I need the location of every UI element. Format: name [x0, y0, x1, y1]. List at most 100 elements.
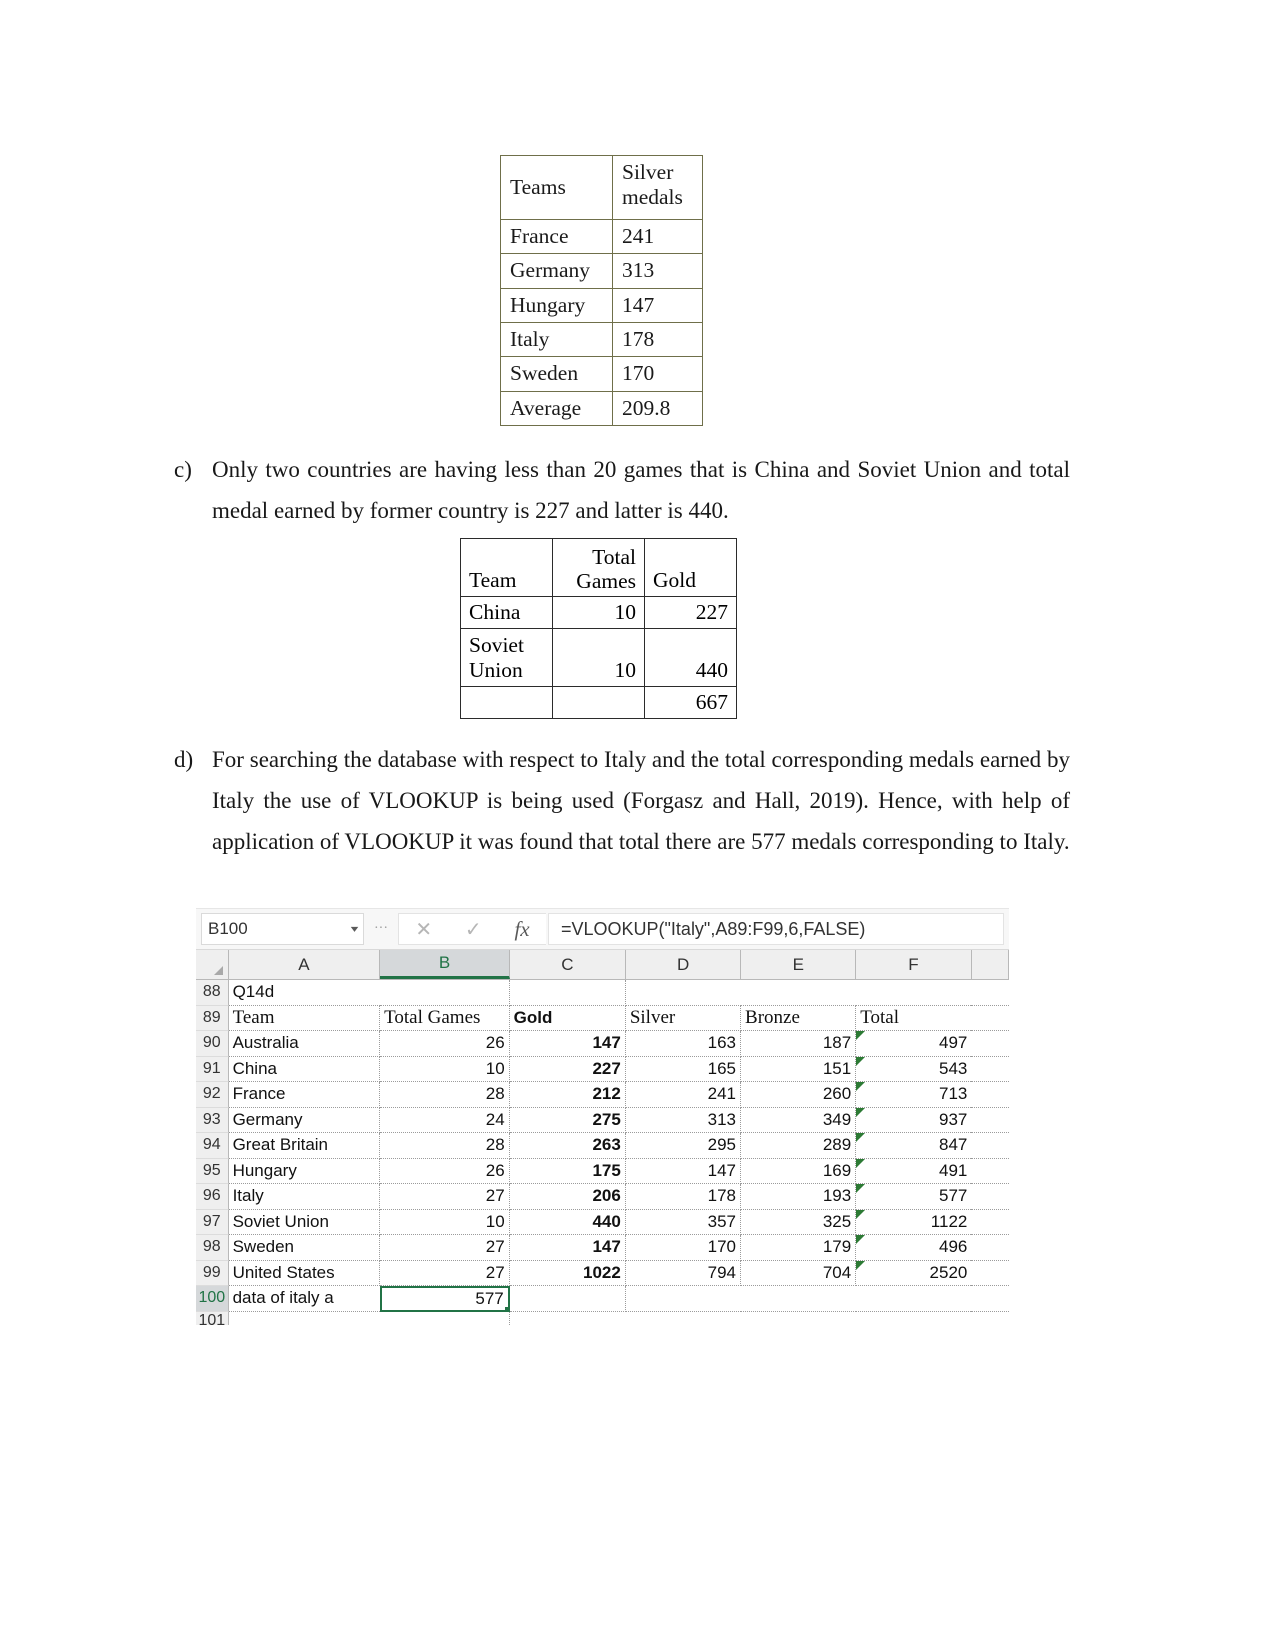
cell-b91[interactable]: 10 [380, 1056, 510, 1082]
cell-b96[interactable]: 27 [380, 1184, 510, 1210]
cell-f92[interactable]: 713 [856, 1082, 972, 1108]
cell-d90[interactable]: 163 [625, 1031, 742, 1057]
cell-d99[interactable]: 794 [625, 1260, 742, 1286]
cell-g99[interactable] [971, 1261, 1010, 1286]
cell-e96[interactable]: 193 [741, 1184, 857, 1210]
cell-e90[interactable]: 187 [741, 1031, 857, 1057]
cell-a99[interactable]: United States [228, 1260, 381, 1286]
cell-c100[interactable] [509, 1286, 626, 1312]
cell-a97[interactable]: Soviet Union [228, 1209, 381, 1235]
cell-d91[interactable]: 165 [625, 1056, 742, 1082]
cell-d89[interactable]: Silver [625, 1005, 742, 1031]
cell-d98[interactable]: 170 [625, 1235, 742, 1261]
cell-b97[interactable]: 10 [380, 1209, 510, 1235]
formula-input[interactable]: =VLOOKUP("Italy",A89:F99,6,FALSE) [548, 913, 1004, 945]
cell-f89[interactable]: Total [856, 1006, 972, 1031]
cell-c101[interactable] [510, 1312, 626, 1325]
cell-f98[interactable]: 496 [856, 1235, 972, 1261]
cell-b98[interactable]: 27 [380, 1235, 510, 1261]
cell-a95[interactable]: Hungary [228, 1158, 381, 1184]
cell-c99[interactable]: 1022 [509, 1260, 626, 1286]
cell-g92[interactable] [971, 1082, 1010, 1108]
cell-b89[interactable]: Total Games [380, 1005, 510, 1031]
cell-g89[interactable] [971, 1006, 1010, 1031]
cell-a93[interactable]: Germany [228, 1107, 381, 1133]
cell-e94[interactable]: 289 [741, 1133, 857, 1159]
cell-a89[interactable]: Team [228, 1005, 381, 1031]
cell-g88[interactable] [971, 980, 1010, 1006]
cell-c88[interactable] [509, 980, 626, 1006]
check-icon[interactable]: ✓ [465, 917, 482, 942]
cell-c94[interactable]: 263 [509, 1133, 626, 1159]
row-header-93[interactable]: 93 [196, 1107, 229, 1133]
chevron-down-icon[interactable]: ▾ [351, 924, 359, 935]
cell-e98[interactable]: 179 [741, 1235, 857, 1261]
row-header-96[interactable]: 96 [196, 1184, 229, 1210]
cell-g91[interactable] [971, 1057, 1010, 1082]
cell-d97[interactable]: 357 [625, 1209, 742, 1235]
column-header-a[interactable]: A [228, 950, 381, 979]
function-icon[interactable]: fx [514, 917, 529, 942]
cell-g94[interactable] [971, 1133, 1010, 1159]
cell-a88[interactable]: Q14d [228, 980, 381, 1006]
column-header-b[interactable]: B [380, 950, 510, 979]
cell-a92[interactable]: France [228, 1082, 381, 1108]
cell-f95[interactable]: 491 [856, 1158, 972, 1184]
cell-f97[interactable]: 1122 [856, 1209, 972, 1235]
cell-c89[interactable]: Gold [509, 1005, 626, 1031]
cell-c96[interactable]: 206 [509, 1184, 626, 1210]
cell-b88[interactable] [380, 980, 510, 1006]
cell-e92[interactable]: 260 [741, 1082, 857, 1108]
cell-a96[interactable]: Italy [228, 1184, 381, 1210]
cell-e93[interactable]: 349 [741, 1107, 857, 1133]
cell-e91[interactable]: 151 [741, 1056, 857, 1082]
row-header-98[interactable]: 98 [196, 1235, 229, 1261]
row-header-88[interactable]: 88 [196, 980, 229, 1006]
cell-c98[interactable]: 147 [509, 1235, 626, 1261]
row-header-92[interactable]: 92 [196, 1082, 229, 1108]
cell-g97[interactable] [971, 1210, 1010, 1235]
cell-c95[interactable]: 175 [509, 1158, 626, 1184]
row-header-99[interactable]: 99 [196, 1260, 229, 1286]
cell-b92[interactable]: 28 [380, 1082, 510, 1108]
cell-d95[interactable]: 147 [625, 1158, 742, 1184]
cell-g98[interactable] [971, 1235, 1010, 1261]
row-header-97[interactable]: 97 [196, 1209, 229, 1235]
formula-bar-handle-icon[interactable]: · · · [364, 909, 398, 949]
cell-e95[interactable]: 169 [741, 1158, 857, 1184]
cell-e97[interactable]: 325 [741, 1209, 857, 1235]
cell-f88[interactable] [856, 980, 972, 1006]
cell-g96[interactable] [971, 1184, 1010, 1210]
column-header-e[interactable]: E [741, 950, 857, 979]
row-header-89[interactable]: 89 [196, 1005, 229, 1031]
cell-e100[interactable] [741, 1286, 857, 1312]
cell-c90[interactable]: 147 [509, 1031, 626, 1057]
row-header-101[interactable]: 101 [196, 1311, 229, 1325]
select-all-corner[interactable] [196, 950, 229, 979]
cell-b101[interactable] [380, 1311, 510, 1325]
column-header-c[interactable]: C [509, 950, 626, 979]
close-icon[interactable]: ✕ [415, 917, 432, 942]
cell-g101[interactable] [971, 1312, 1009, 1325]
cell-d101[interactable] [626, 1312, 741, 1325]
row-header-95[interactable]: 95 [196, 1158, 229, 1184]
cell-b94[interactable]: 28 [380, 1133, 510, 1159]
cell-d100[interactable] [625, 1286, 742, 1312]
cell-f99[interactable]: 2520 [856, 1260, 972, 1286]
cell-f100[interactable] [856, 1286, 972, 1312]
column-header-d[interactable]: D [626, 950, 742, 979]
cell-c92[interactable]: 212 [509, 1082, 626, 1108]
cell-a101[interactable] [229, 1312, 381, 1325]
cell-f101[interactable] [856, 1312, 971, 1325]
cell-g95[interactable] [971, 1159, 1010, 1184]
cell-b93[interactable]: 24 [380, 1107, 510, 1133]
cell-b100[interactable]: 577 [380, 1286, 510, 1312]
cell-e99[interactable]: 704 [741, 1260, 857, 1286]
cell-e101[interactable] [741, 1312, 856, 1325]
name-box[interactable]: B100 ▾ [201, 913, 364, 945]
cell-a100[interactable]: data of italy a [228, 1286, 381, 1312]
cell-b99[interactable]: 27 [380, 1260, 510, 1286]
cell-a90[interactable]: Australia [228, 1031, 381, 1057]
cell-f93[interactable]: 937 [856, 1107, 972, 1133]
cell-d93[interactable]: 313 [625, 1107, 742, 1133]
